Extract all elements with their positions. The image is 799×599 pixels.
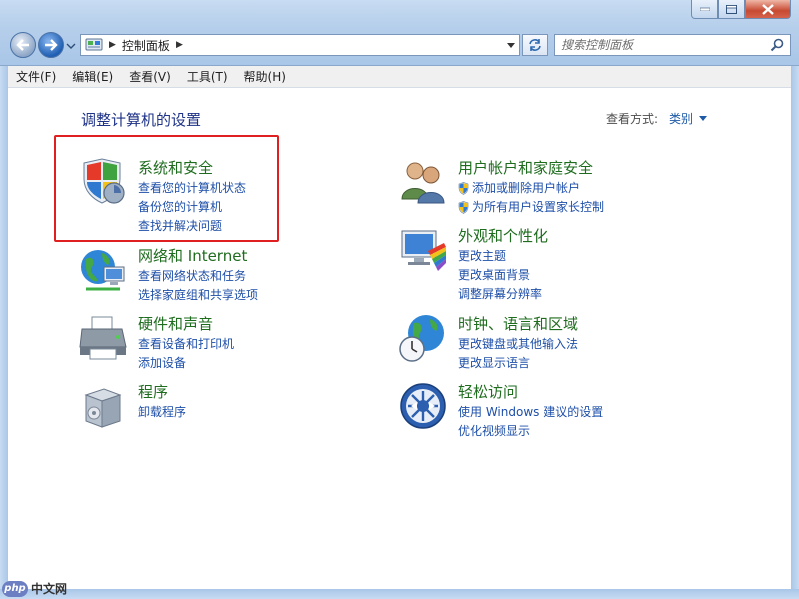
category-clock-language-region: 时钟、语言和区域 更改键盘或其他输入法 更改显示语言 <box>398 313 698 373</box>
uac-shield-icon <box>458 201 469 214</box>
window-frame-right <box>791 66 799 589</box>
maximize-button[interactable] <box>718 0 745 19</box>
window-frame-left <box>0 66 8 589</box>
view-by-dropdown[interactable]: 类别 <box>669 110 708 127</box>
category-ease-of-access: 轻松访问 使用 Windows 建议的设置 优化视频显示 <box>398 381 698 441</box>
category-title-clock-language-region[interactable]: 时钟、语言和区域 <box>458 313 578 334</box>
category-title-appearance[interactable]: 外观和个性化 <box>458 225 548 246</box>
link-text: 添加或删除用户帐户 <box>472 181 581 195</box>
category-links: 查看设备和打印机 添加设备 <box>138 335 234 373</box>
view-by-label: 查看方式: <box>606 112 659 126</box>
back-button[interactable] <box>10 32 36 58</box>
link-windows-suggested-settings[interactable]: 使用 Windows 建议的设置 <box>458 403 603 422</box>
chevron-down-icon <box>699 116 708 121</box>
control-panel-window: ▶ 控制面板 ▶ 搜索控制面板 文件(F) 编辑(E) 查看(V) 工具(T) … <box>0 0 799 599</box>
category-links: 卸载程序 <box>138 403 186 422</box>
minimize-icon <box>699 7 710 11</box>
category-title-user-accounts[interactable]: 用户帐户和家庭安全 <box>458 157 593 178</box>
control-panel-icon <box>85 38 103 51</box>
link-change-theme[interactable]: 更改主题 <box>458 247 542 266</box>
watermark: php 中文网 <box>2 580 67 597</box>
address-bar[interactable]: ▶ 控制面板 ▶ <box>80 34 520 56</box>
navigation-row: ▶ 控制面板 ▶ <box>8 32 791 60</box>
close-icon <box>762 3 774 15</box>
link-desktop-background[interactable]: 更改桌面背景 <box>458 266 542 285</box>
category-links: 更改键盘或其他输入法 更改显示语言 <box>458 335 578 373</box>
category-title-network-internet[interactable]: 网络和 Internet <box>138 245 247 266</box>
maximize-icon <box>726 4 737 14</box>
forward-button[interactable] <box>38 32 64 58</box>
minimize-button[interactable] <box>691 0 718 19</box>
programs-box-icon <box>84 388 122 428</box>
address-dropdown-button[interactable] <box>502 35 519 55</box>
category-links: 添加或删除用户帐户 为所有用户设置家长控制 <box>458 179 604 217</box>
highlight-annotation-box <box>54 135 279 242</box>
refresh-button[interactable] <box>522 34 548 56</box>
search-box[interactable] <box>554 34 791 56</box>
category-links: 使用 Windows 建议的设置 优化视频显示 <box>458 403 603 441</box>
link-keyboard-input[interactable]: 更改键盘或其他输入法 <box>458 335 578 354</box>
window-controls <box>691 0 791 20</box>
breadcrumb-separator-trailing[interactable]: ▶ <box>176 40 183 50</box>
window-frame-bottom <box>0 589 799 599</box>
category-links: 查看网络状态和任务 选择家庭组和共享选项 <box>138 267 258 305</box>
watermark-logo: php <box>2 580 28 597</box>
link-add-remove-accounts[interactable]: 添加或删除用户帐户 <box>458 179 604 198</box>
link-optimize-visual-display[interactable]: 优化视频显示 <box>458 422 603 441</box>
menu-file[interactable]: 文件(F) <box>8 66 64 88</box>
link-uninstall-program[interactable]: 卸载程序 <box>138 403 186 422</box>
category-title-programs[interactable]: 程序 <box>138 381 168 402</box>
link-parental-controls[interactable]: 为所有用户设置家长控制 <box>458 198 604 217</box>
watermark-text: 中文网 <box>31 582 68 596</box>
network-globe-icon <box>81 250 125 291</box>
category-links: 更改主题 更改桌面背景 调整屏幕分辨率 <box>458 247 542 304</box>
link-network-status[interactable]: 查看网络状态和任务 <box>138 267 258 286</box>
title-bar: ▶ 控制面板 ▶ <box>0 0 799 66</box>
menu-bar: 文件(F) 编辑(E) 查看(V) 工具(T) 帮助(H) <box>8 66 791 88</box>
view-by-value: 类别 <box>669 112 694 126</box>
refresh-icon <box>529 39 541 51</box>
ease-of-access-icon <box>400 383 446 429</box>
link-text: 为所有用户设置家长控制 <box>472 200 605 214</box>
arrow-left-icon <box>16 39 29 51</box>
breadcrumb-separator: ▶ <box>109 40 116 50</box>
menu-view[interactable]: 查看(V) <box>121 66 179 88</box>
search-icon[interactable] <box>770 38 784 52</box>
uac-shield-icon <box>458 182 469 195</box>
category-user-accounts: 用户帐户和家庭安全 添加或删除用户帐户 为所有用户设置家长控制 <box>398 157 698 217</box>
category-programs: 程序 卸载程序 <box>78 381 378 431</box>
link-display-language[interactable]: 更改显示语言 <box>458 354 578 373</box>
menu-tools[interactable]: 工具(T) <box>179 66 236 88</box>
menu-edit[interactable]: 编辑(E) <box>64 66 121 88</box>
menu-help[interactable]: 帮助(H) <box>236 66 294 88</box>
printer-icon <box>79 316 127 360</box>
link-add-device[interactable]: 添加设备 <box>138 354 234 373</box>
search-input[interactable] <box>561 36 766 54</box>
breadcrumb-control-panel[interactable]: 控制面板 <box>122 37 170 54</box>
link-homegroup-sharing[interactable]: 选择家庭组和共享选项 <box>138 286 258 305</box>
category-network-internet: 网络和 Internet 查看网络状态和任务 选择家庭组和共享选项 <box>78 245 378 305</box>
recent-pages-chevron-icon[interactable] <box>66 41 76 51</box>
chevron-down-icon <box>506 42 515 48</box>
page-title: 调整计算机的设置 <box>81 111 202 129</box>
arrow-right-icon <box>45 39 58 51</box>
close-button[interactable] <box>745 0 791 19</box>
category-title-ease-of-access[interactable]: 轻松访问 <box>458 381 518 402</box>
category-title-hardware-sound[interactable]: 硬件和声音 <box>138 313 213 334</box>
category-appearance: 外观和个性化 更改主题 更改桌面背景 调整屏幕分辨率 <box>398 225 698 305</box>
link-screen-resolution[interactable]: 调整屏幕分辨率 <box>458 285 542 304</box>
main-content: 调整计算机的设置 查看方式: 类别 系统和安全 查看您的计算机状态 备份您的计算… <box>8 89 791 589</box>
globe-clock-icon <box>399 315 444 362</box>
category-hardware-sound: 硬件和声音 查看设备和打印机 添加设备 <box>78 313 378 373</box>
link-devices-printers[interactable]: 查看设备和打印机 <box>138 335 234 354</box>
users-icon <box>401 162 445 204</box>
display-palette-icon <box>401 230 446 271</box>
